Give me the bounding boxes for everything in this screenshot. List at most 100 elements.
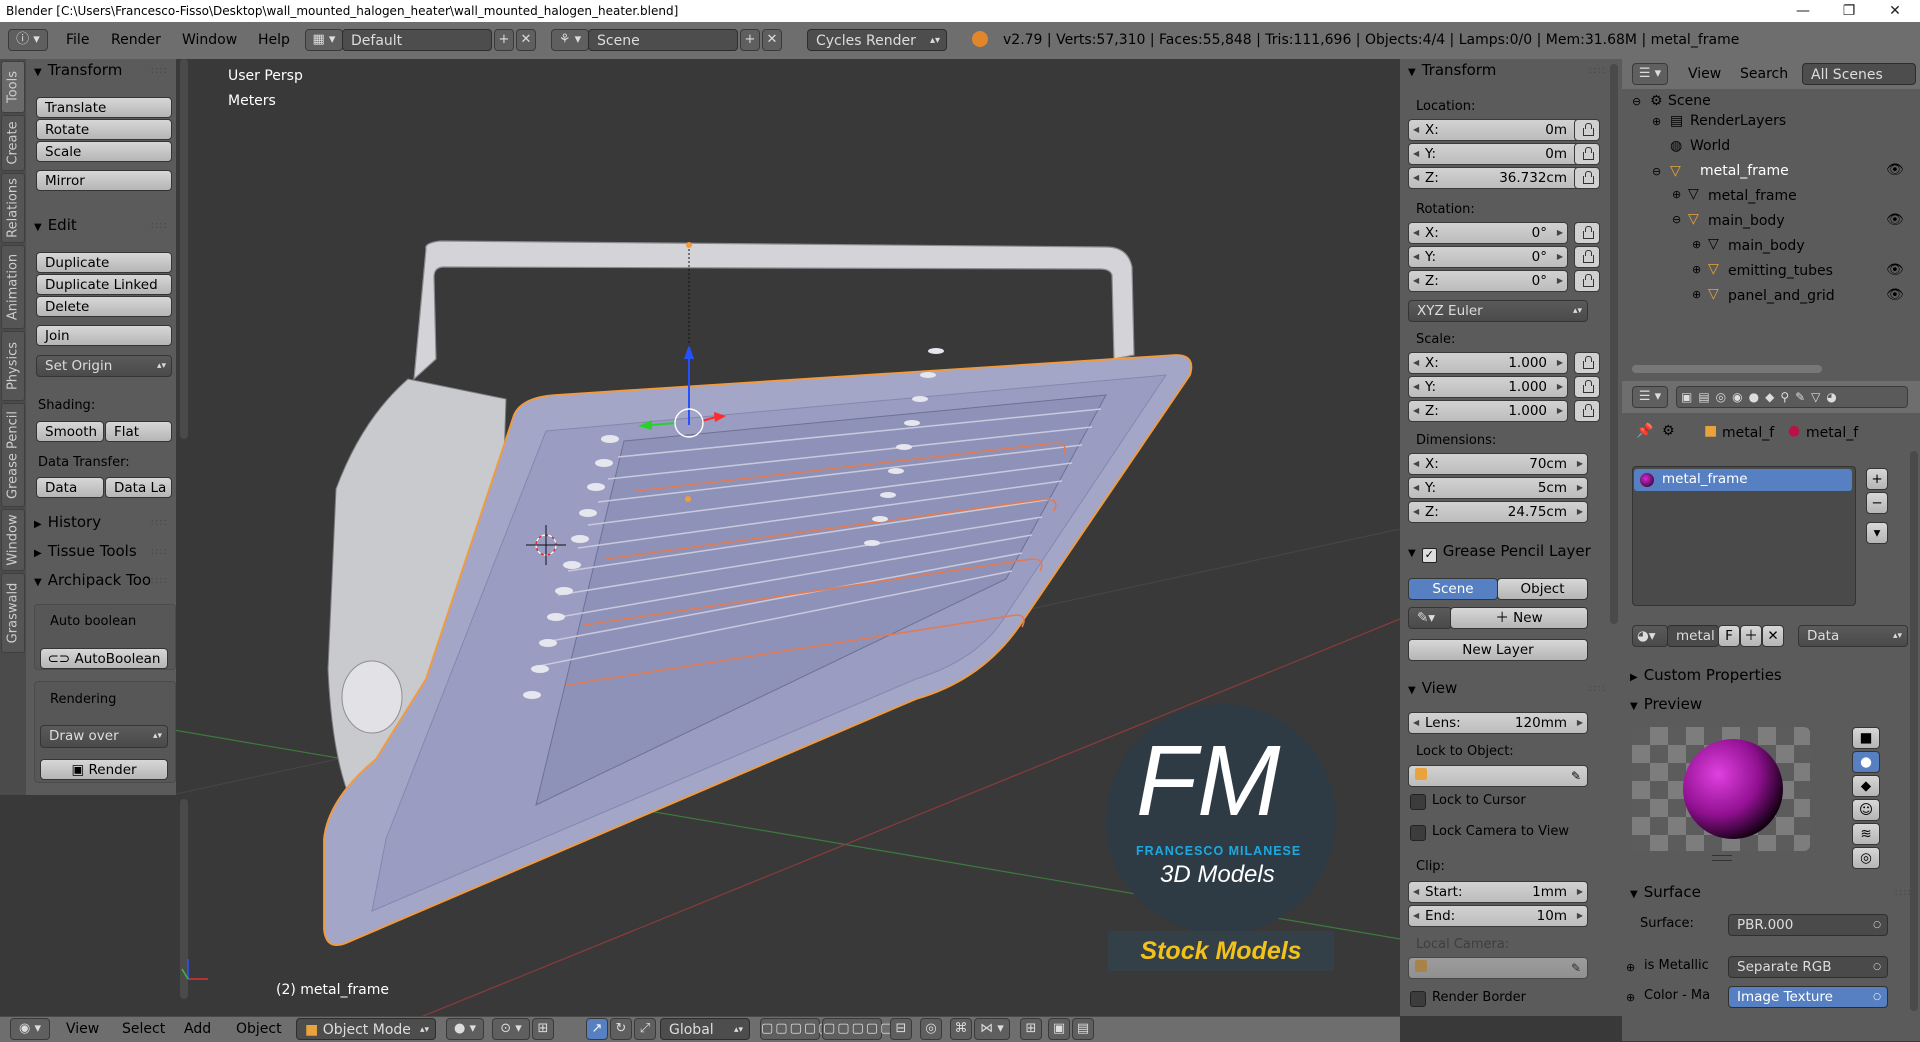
scene-icon[interactable]: ⚘ ▾ [551, 29, 589, 51]
scale-button[interactable]: Scale [36, 141, 172, 162]
draw-over-select[interactable]: Draw over ▴▾ [40, 725, 168, 748]
grease-pencil-enabled-checkbox[interactable]: ✓ [1421, 548, 1437, 563]
render-border-checkbox[interactable] [1410, 991, 1426, 1007]
remove-screen-icon[interactable]: ✕ [516, 29, 536, 51]
location-x-field[interactable]: ◀X:0m▶ [1408, 119, 1588, 141]
clip-start-field[interactable]: ◀ Start: 1mm ▶ [1408, 881, 1588, 903]
menu-help[interactable]: Help [258, 32, 290, 48]
visibility-eye-icon[interactable]: 👁 [1886, 262, 1904, 278]
menu-select[interactable]: Select [122, 1021, 165, 1037]
dimension-z-field[interactable]: ◀ Z: 24.75cm ▶ [1408, 501, 1588, 523]
close-button[interactable]: ✕ [1872, 0, 1918, 22]
location-y-field[interactable]: ◀Y:0m▶ [1408, 143, 1588, 165]
collapse-toggle-icon[interactable]: ⊖ [1672, 213, 1681, 226]
link-mode-select[interactable]: Data ▴▾ [1798, 625, 1908, 647]
eyedropper-icon[interactable]: ✎ [1571, 766, 1581, 786]
layer-lock-icon[interactable]: ⊟ [890, 1018, 912, 1040]
menu-window[interactable]: Window [182, 32, 237, 48]
screen-layout-field[interactable]: Default [342, 29, 492, 51]
outliner-row-metal-frame-mesh[interactable]: metal_frame [1708, 188, 1797, 204]
preview-hair-icon[interactable]: ≋ [1852, 823, 1880, 845]
lock-rotation-x-icon[interactable] [1574, 222, 1600, 244]
expand-toggle-icon[interactable]: ⊕ [1692, 288, 1701, 301]
tab-animation[interactable]: Animation [1, 245, 25, 329]
outliner-row-main-body-mesh[interactable]: main_body [1728, 238, 1805, 254]
outliner-row-emitting-tubes[interactable]: emitting_tubes [1728, 263, 1833, 279]
transform-panel-header[interactable]: ▼ Transform [34, 61, 122, 79]
scale-x-field[interactable]: ◀ X: 1.000 ▶ [1408, 352, 1568, 374]
outliner-view-menu[interactable]: View [1688, 66, 1721, 82]
surface-panel-header[interactable]: ▼ Surface [1630, 883, 1701, 901]
custom-properties-header[interactable]: ▶ Custom Properties [1630, 666, 1782, 684]
snap-element-icon[interactable]: ⋈ ▾ [974, 1018, 1010, 1040]
manipulator-toggle-icon[interactable]: ⊞ [532, 1018, 554, 1040]
delete-button[interactable]: Delete [36, 296, 172, 317]
join-button[interactable]: Join [36, 325, 172, 346]
proportional-edit-icon[interactable]: ◎ [920, 1018, 942, 1040]
lock-scale-x-icon[interactable] [1574, 352, 1600, 374]
unlink-material-button[interactable]: ✕ [1762, 625, 1784, 647]
dimension-x-field[interactable]: ◀ X: 70cm ▶ [1408, 453, 1588, 475]
snap-toggle-icon[interactable]: ⌘ [950, 1018, 972, 1040]
breadcrumb-object[interactable]: metal_f [1722, 425, 1774, 441]
gp-scene-toggle[interactable]: Scene [1408, 578, 1498, 600]
dimension-y-field[interactable]: ◀ Y: 5cm ▶ [1408, 477, 1588, 499]
set-origin-select[interactable]: Set Origin ▴▾ [36, 355, 172, 377]
clip-end-field[interactable]: ◀ End: 10m ▶ [1408, 905, 1588, 927]
lock-rotation-y-icon[interactable] [1574, 246, 1600, 268]
outliner-row-metal-frame[interactable]: metal_frame [1700, 163, 1789, 179]
pin-icon[interactable]: 📌 [1636, 423, 1653, 439]
scene-field[interactable]: Scene [588, 29, 738, 51]
flat-button[interactable]: Flat [105, 421, 172, 442]
menu-add[interactable]: Add [184, 1021, 211, 1037]
minimize-button[interactable]: — [1780, 0, 1826, 22]
editor-type-info-icon[interactable]: ⓘ ▾ [8, 29, 48, 51]
snap-target-icon[interactable]: ⊞ [1020, 1018, 1042, 1040]
visibility-eye-icon[interactable]: 👁 [1886, 212, 1904, 228]
gp-brush-icon[interactable]: ✎▾ [1408, 607, 1452, 629]
outliner-row-scene[interactable]: Scene [1668, 93, 1711, 109]
layers-grid-a[interactable]: ▢▢▢▢▢ [760, 1018, 830, 1040]
layers-grid-b[interactable]: ▢▢▢▢▢ [822, 1018, 892, 1040]
expand-toggle-icon[interactable]: ⊕ [1652, 115, 1661, 128]
viewport-shading-icon[interactable]: ● ▾ [446, 1018, 484, 1040]
gp-new-button[interactable]: ＋ New [1450, 607, 1588, 629]
expand-toggle-icon[interactable]: ⊕ [1692, 238, 1701, 251]
outliner-row-main-body[interactable]: main_body [1708, 213, 1785, 229]
preview-monkey-icon[interactable]: ☺ [1852, 799, 1880, 821]
tab-graswald[interactable]: Graswald [1, 573, 25, 653]
scale-y-field[interactable]: ◀ Y: 1.000 ▶ [1408, 376, 1568, 398]
rotation-mode-select[interactable]: XYZ Euler ▴▾ [1408, 300, 1588, 322]
translate-manipulator-icon[interactable]: ↗ [586, 1018, 608, 1040]
location-z-field[interactable]: ◀Z:36.732cm▶ [1408, 167, 1588, 189]
tab-window[interactable]: Window [1, 509, 25, 571]
drag-grip-icon[interactable]: :::: [151, 517, 168, 528]
is-metallic-link-field[interactable]: Separate RGB ○ [1728, 956, 1888, 978]
menu-view[interactable]: View [66, 1021, 99, 1037]
expand-toggle-icon[interactable]: ⊕ [1626, 991, 1635, 1004]
tab-create[interactable]: Create [1, 115, 25, 171]
fake-user-button[interactable]: F [1718, 625, 1740, 647]
translate-button[interactable]: Translate [36, 97, 172, 118]
3d-viewport[interactable]: User Persp Meters (2) metal_frame FM FRA… [176, 59, 1400, 1016]
breadcrumb-material[interactable]: metal_f [1806, 425, 1858, 441]
render-button[interactable]: ▣ Render [40, 759, 168, 780]
preview-plane-icon[interactable]: ■ [1852, 727, 1880, 749]
rotation-z-field[interactable]: ◀ Z: 0° ▶ [1408, 270, 1568, 292]
preview-header[interactable]: ▼ Preview [1630, 695, 1702, 713]
duplicate-linked-button[interactable]: Duplicate Linked [36, 274, 172, 295]
local-camera-field[interactable]: ✎ [1408, 957, 1588, 979]
mirror-button[interactable]: Mirror [36, 170, 172, 191]
data-transfer-button[interactable]: Data [36, 477, 104, 498]
outliner-editor-type-icon[interactable]: ☰ ▾ [1632, 63, 1668, 85]
lock-to-cursor-checkbox[interactable] [1410, 794, 1426, 810]
preview-world-icon[interactable]: ◎ [1852, 847, 1880, 869]
tab-grease-pencil[interactable]: Grease Pencil [1, 403, 25, 507]
transform-orientation-select[interactable]: Global ▴▾ [660, 1018, 750, 1040]
lock-scale-z-icon[interactable] [1574, 400, 1600, 422]
preview-sphere-icon[interactable]: ● [1852, 751, 1880, 773]
tab-tools[interactable]: Tools [1, 61, 25, 113]
outliner-row-renderlayers[interactable]: RenderLayers [1690, 113, 1786, 129]
remove-slot-button[interactable]: − [1866, 492, 1888, 514]
rotation-y-field[interactable]: ◀ Y: 0° ▶ [1408, 246, 1568, 268]
